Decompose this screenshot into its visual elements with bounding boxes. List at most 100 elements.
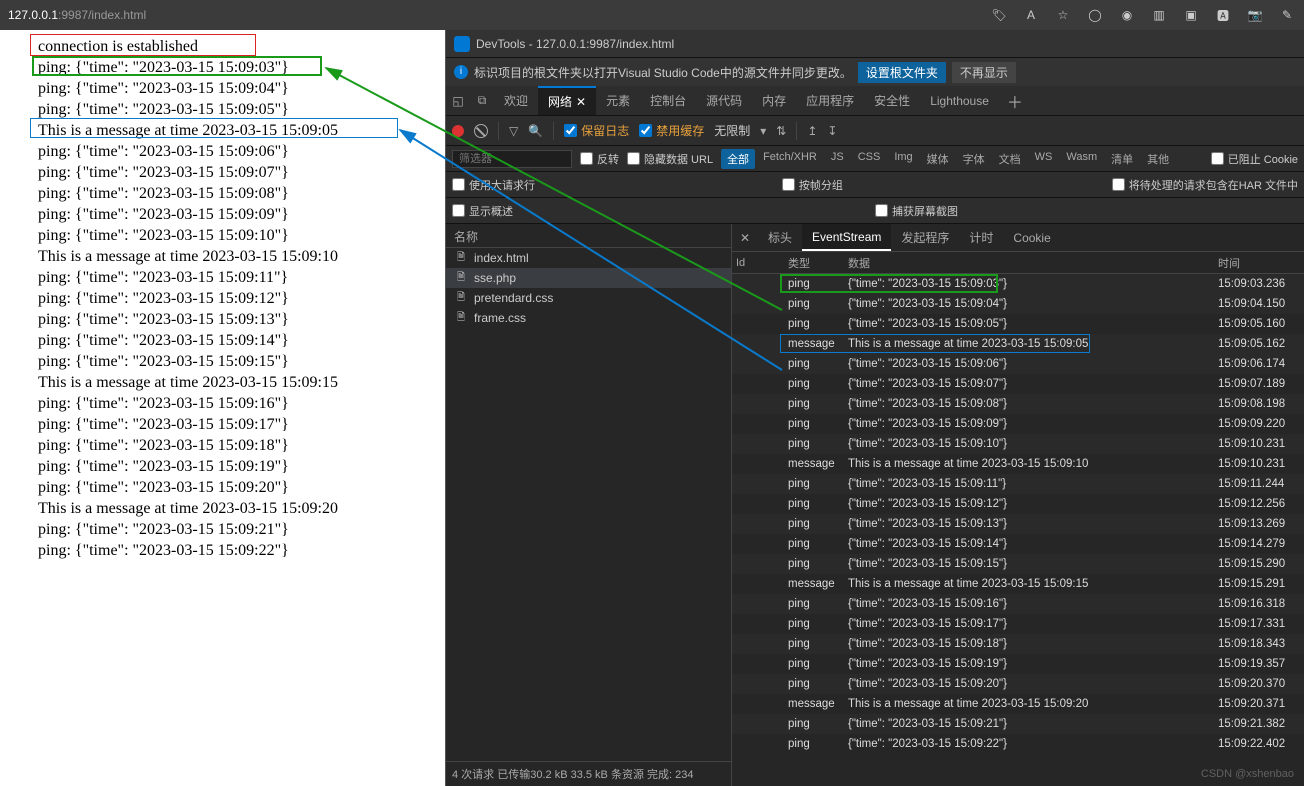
event-row[interactable]: ping{"time": "2023-03-15 15:09:09"}15:09… <box>732 414 1304 434</box>
ext3-icon[interactable]: ▥ <box>1150 6 1168 24</box>
ext1-icon[interactable]: ◯ <box>1086 6 1104 24</box>
request-item[interactable]: 🗎sse.php <box>446 268 731 288</box>
filter-type[interactable]: 其他 <box>1141 149 1175 169</box>
upload-icon[interactable]: ↥ <box>807 124 817 138</box>
filter-type[interactable]: JS <box>825 149 850 169</box>
filter-icon[interactable]: ▽ <box>509 124 518 138</box>
record-icon[interactable] <box>452 125 464 137</box>
search-icon[interactable]: 🔍 <box>528 124 543 138</box>
close-detail-icon[interactable]: ✕ <box>732 231 758 245</box>
event-row[interactable]: messageThis is a message at time 2023-03… <box>732 574 1304 594</box>
event-row[interactable]: ping{"time": "2023-03-15 15:09:06"}15:09… <box>732 354 1304 374</box>
add-tab-icon[interactable]: ＋ <box>1007 89 1023 113</box>
filter-type[interactable]: Img <box>888 149 918 169</box>
detail-tab[interactable]: 计时 <box>959 224 1003 251</box>
request-item[interactable]: 🗎pretendard.css <box>446 288 731 308</box>
request-name: pretendard.css <box>474 291 553 305</box>
event-row[interactable]: ping{"time": "2023-03-15 15:09:15"}15:09… <box>732 554 1304 574</box>
event-row[interactable]: ping{"time": "2023-03-15 15:09:03"}15:09… <box>732 274 1304 294</box>
group-by-frame-checkbox[interactable]: 按帧分组 <box>782 177 1092 193</box>
clear-icon[interactable] <box>474 124 488 138</box>
devtools-tab[interactable]: 内存 <box>752 86 796 115</box>
event-cell: {"time": "2023-03-15 15:09:12"} <box>848 498 1218 510</box>
tag-icon[interactable]: 🏷 <box>990 6 1008 24</box>
event-row[interactable]: ping{"time": "2023-03-15 15:09:04"}15:09… <box>732 294 1304 314</box>
event-row[interactable]: ping{"time": "2023-03-15 15:09:19"}15:09… <box>732 654 1304 674</box>
event-row[interactable]: ping{"time": "2023-03-15 15:09:13"}15:09… <box>732 514 1304 534</box>
detail-tab[interactable]: 标头 <box>758 224 802 251</box>
brush-icon[interactable]: ✎ <box>1278 6 1296 24</box>
inspect-icon[interactable]: ◱ <box>446 94 470 108</box>
screenshots-checkbox[interactable]: 捕获屏幕截图 <box>875 203 1278 219</box>
event-row[interactable]: ping{"time": "2023-03-15 15:09:21"}15:09… <box>732 714 1304 734</box>
devtools-tab[interactable]: 元素 <box>596 86 640 115</box>
event-cell: 15:09:19.357 <box>1218 658 1300 670</box>
filter-type[interactable]: 媒体 <box>921 149 955 169</box>
event-row[interactable]: ping{"time": "2023-03-15 15:09:05"}15:09… <box>732 314 1304 334</box>
filter-type[interactable]: 清单 <box>1105 149 1139 169</box>
event-cell: message <box>788 578 848 590</box>
star-icon[interactable]: ☆ <box>1054 6 1072 24</box>
filter-type[interactable]: 全部 <box>721 149 755 169</box>
event-cell: {"time": "2023-03-15 15:09:20"} <box>848 678 1218 690</box>
devtools-tab[interactable]: 应用程序 <box>796 86 864 115</box>
disable-cache-checkbox[interactable]: 禁用缓存 <box>639 122 704 139</box>
filter-type[interactable]: Wasm <box>1060 149 1103 169</box>
devtools-tab[interactable]: 网络✕ <box>538 86 596 115</box>
event-row[interactable]: messageThis is a message at time 2023-03… <box>732 694 1304 714</box>
network-toolbar: ▽ 🔍 保留日志 禁用缓存 无限制 ▾ ⇅ ↥ ↧ <box>446 116 1304 146</box>
request-item[interactable]: 🗎index.html <box>446 248 731 268</box>
event-row[interactable]: ping{"time": "2023-03-15 15:09:18"}15:09… <box>732 634 1304 654</box>
har-pending-checkbox[interactable]: 将待处理的请求包含在HAR 文件中 <box>1112 177 1298 193</box>
filter-type[interactable]: Fetch/XHR <box>757 149 823 169</box>
filter-type[interactable]: WS <box>1029 149 1059 169</box>
device-icon[interactable]: ⧉ <box>470 93 494 108</box>
devtools-tab[interactable]: 控制台 <box>640 86 696 115</box>
text-icon[interactable]: A <box>1022 6 1040 24</box>
event-row[interactable]: ping{"time": "2023-03-15 15:09:17"}15:09… <box>732 614 1304 634</box>
devtools-tab[interactable]: 欢迎 <box>494 86 538 115</box>
filter-type[interactable]: 文档 <box>993 149 1027 169</box>
event-cell: ping <box>788 358 848 370</box>
event-row[interactable]: messageThis is a message at time 2023-03… <box>732 454 1304 474</box>
dismiss-button[interactable]: 不再显示 <box>952 62 1016 83</box>
filter-input[interactable] <box>452 150 572 168</box>
event-row[interactable]: messageThis is a message at time 2023-03… <box>732 334 1304 354</box>
show-overview-checkbox[interactable]: 显示概述 <box>452 203 855 219</box>
preserve-log-checkbox[interactable]: 保留日志 <box>564 122 629 139</box>
ext2-icon[interactable]: ◉ <box>1118 6 1136 24</box>
event-row[interactable]: ping{"time": "2023-03-15 15:09:22"}15:09… <box>732 734 1304 754</box>
detail-tab[interactable]: EventStream <box>802 224 891 251</box>
camera-icon[interactable]: 📷 <box>1246 6 1264 24</box>
devtools-tab[interactable]: 源代码 <box>696 86 752 115</box>
ext4-icon[interactable]: ▣ <box>1182 6 1200 24</box>
invert-checkbox[interactable]: 反转 <box>580 151 619 167</box>
detail-tab[interactable]: Cookie <box>1003 224 1060 251</box>
devtools-tab[interactable]: 安全性 <box>864 86 920 115</box>
download-icon[interactable]: ↧ <box>827 124 837 138</box>
detail-tab[interactable]: 发起程序 <box>891 224 959 251</box>
page-line: ping: {"time": "2023-03-15 15:09:12"} <box>38 288 437 309</box>
event-row[interactable]: ping{"time": "2023-03-15 15:09:20"}15:09… <box>732 674 1304 694</box>
event-row[interactable]: ping{"time": "2023-03-15 15:09:10"}15:09… <box>732 434 1304 454</box>
translate-icon[interactable]: 🅰 <box>1214 6 1232 24</box>
hide-data-url-checkbox[interactable]: 隐藏数据 URL <box>627 151 713 167</box>
request-item[interactable]: 🗎frame.css <box>446 308 731 328</box>
event-row[interactable]: ping{"time": "2023-03-15 15:09:16"}15:09… <box>732 594 1304 614</box>
event-row[interactable]: ping{"time": "2023-03-15 15:09:07"}15:09… <box>732 374 1304 394</box>
filter-type[interactable]: CSS <box>852 149 887 169</box>
close-tab-icon[interactable]: ✕ <box>576 95 586 109</box>
event-row[interactable]: ping{"time": "2023-03-15 15:09:14"}15:09… <box>732 534 1304 554</box>
set-root-button[interactable]: 设置根文件夹 <box>858 62 946 83</box>
wifi-icon[interactable]: ⇅ <box>776 124 786 138</box>
large-rows-checkbox[interactable]: 使用大请求行 <box>452 177 762 193</box>
filter-type[interactable]: 字体 <box>957 149 991 169</box>
devtools-tab[interactable]: Lighthouse <box>920 86 999 115</box>
event-row[interactable]: ping{"time": "2023-03-15 15:09:08"}15:09… <box>732 394 1304 414</box>
dropdown-icon[interactable]: ▾ <box>760 124 766 138</box>
event-row[interactable]: ping{"time": "2023-03-15 15:09:12"}15:09… <box>732 494 1304 514</box>
url[interactable]: 127.0.0.1:9987/index.html <box>8 8 146 22</box>
event-row[interactable]: ping{"time": "2023-03-15 15:09:11"}15:09… <box>732 474 1304 494</box>
throttle-select[interactable]: 无限制 <box>714 122 750 139</box>
blocked-cookie-checkbox[interactable]: 已阻止 Cookie <box>1211 151 1298 167</box>
